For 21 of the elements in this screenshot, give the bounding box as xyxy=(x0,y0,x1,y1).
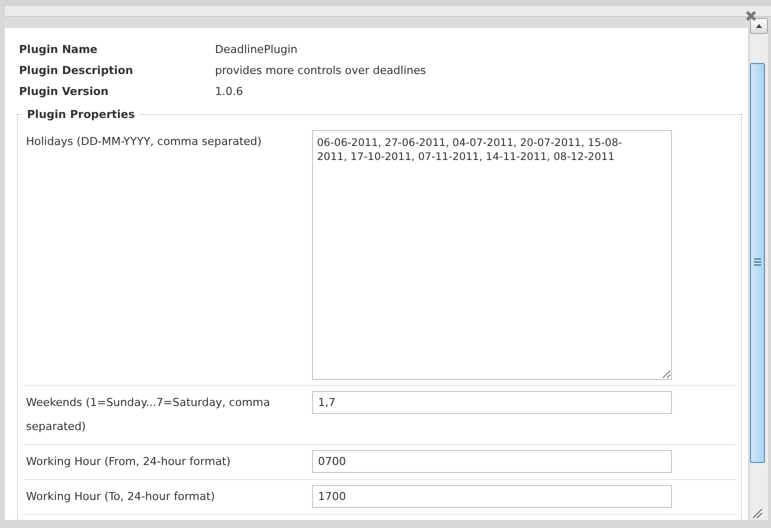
property-label: Holidays (DD-MM-YYYY, comma separated) xyxy=(26,134,263,150)
field-value: DeadlinePlugin xyxy=(215,43,298,56)
close-icon[interactable] xyxy=(745,10,757,22)
field-label: Plugin Name xyxy=(19,43,99,56)
property-label: Weekends (1=Sunday...7=Saturday, comma separated) xyxy=(26,395,272,435)
field-label: Plugin Version xyxy=(19,85,110,98)
up-arrow-icon xyxy=(756,24,762,28)
input-field[interactable]: 0700 xyxy=(312,450,672,473)
field-value: provides more controls over deadlines xyxy=(215,64,427,77)
resize-grip-icon[interactable] xyxy=(752,508,764,519)
property-label: Working Hour (From, 24-hour format) xyxy=(26,454,232,470)
input-field[interactable]: 1700 xyxy=(312,485,672,508)
scrollbar-thumb[interactable] xyxy=(750,63,765,463)
fieldset-legend: Plugin Properties xyxy=(23,108,139,121)
scrollbar[interactable] xyxy=(749,18,768,520)
holidays-textarea[interactable]: 06-06-2011, 27-06-2011, 04-07-2011, 20-07-2011, 15-08-2011, 17-10-2011, 07-11-2011, 14-11-2011, 08-12-2011 xyxy=(312,130,672,380)
field-label: Plugin Description xyxy=(19,64,134,77)
property-label: Working Hour (To, 24-hour format) xyxy=(26,489,216,505)
scroll-up-button[interactable] xyxy=(750,18,768,34)
field-value: 1.0.6 xyxy=(215,85,244,98)
input-field[interactable]: 1,7 xyxy=(312,391,672,414)
